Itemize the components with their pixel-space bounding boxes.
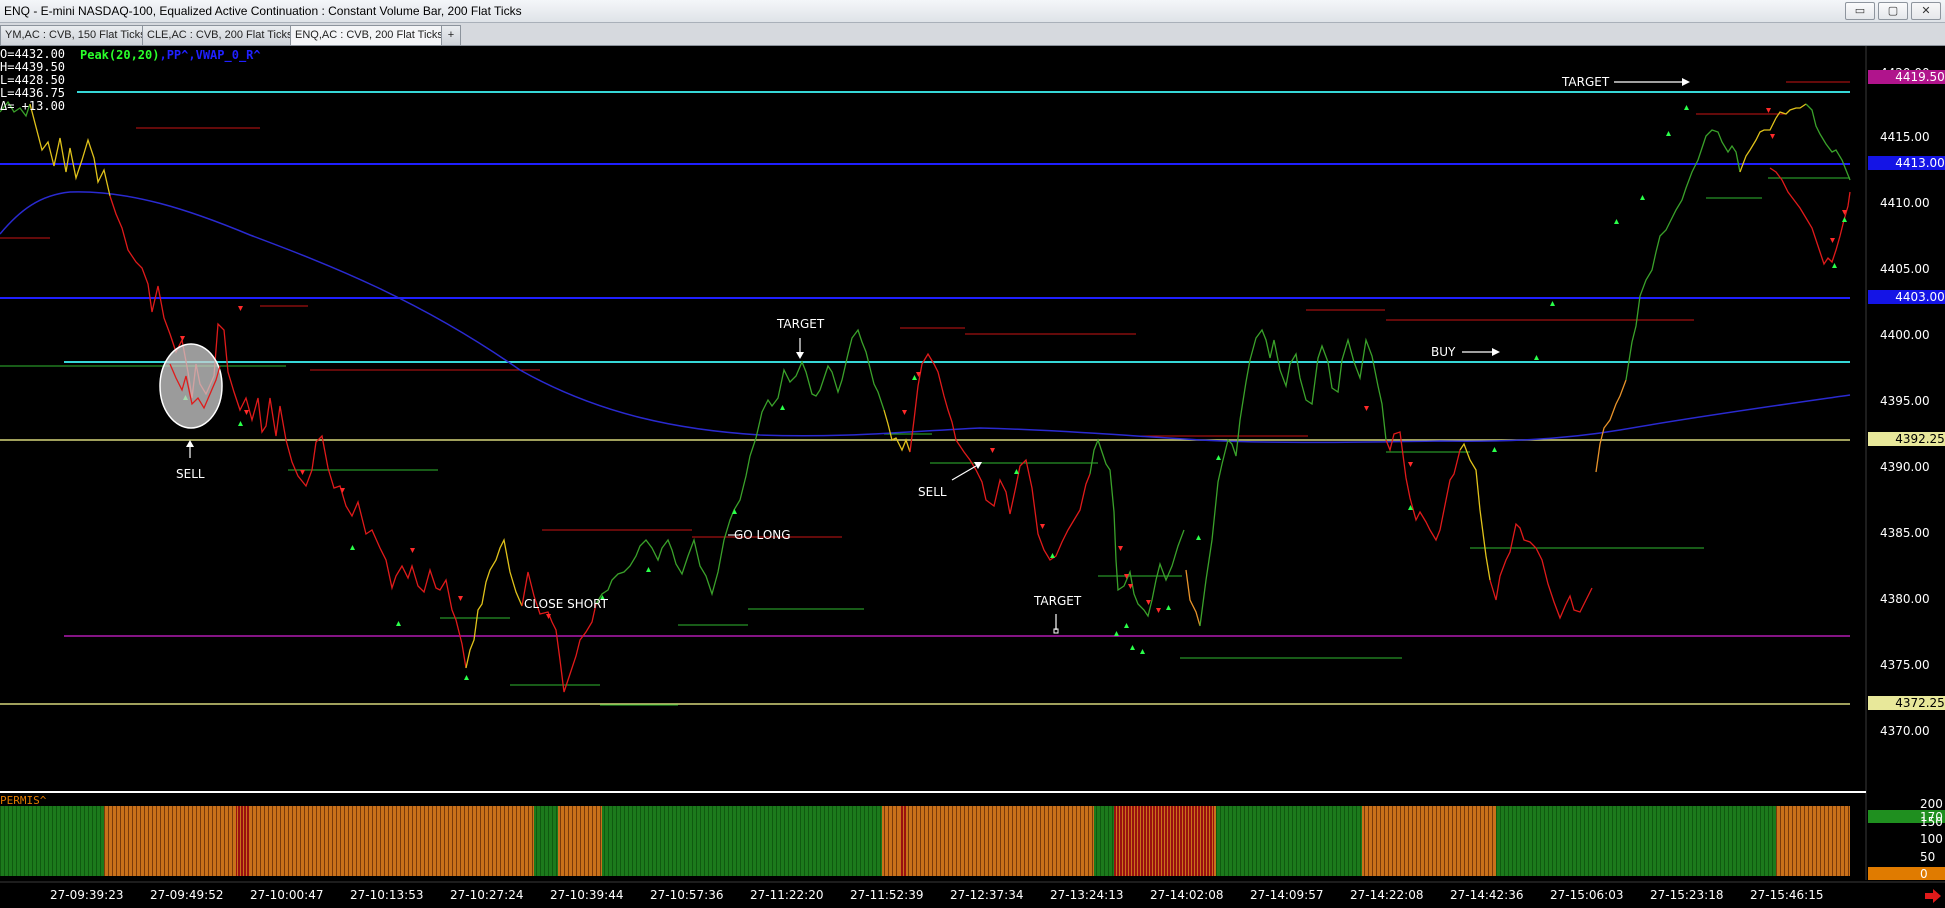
indicator-peak: Peak(20,20) bbox=[80, 48, 159, 62]
close-short-label: CLOSE SHORT bbox=[524, 597, 609, 611]
svg-text:4370.00: 4370.00 bbox=[1880, 724, 1930, 738]
svg-text:27-14:09:57: 27-14:09:57 bbox=[1250, 888, 1324, 902]
sell-signal-highlight bbox=[159, 343, 223, 429]
svg-text:200: 200 bbox=[1920, 797, 1943, 811]
svg-text:27-11:22:20: 27-11:22:20 bbox=[750, 888, 824, 902]
svg-text:27-15:06:03: 27-15:06:03 bbox=[1550, 888, 1624, 902]
svg-text:4372.25: 4372.25 bbox=[1895, 696, 1945, 710]
svg-text:4385.00: 4385.00 bbox=[1880, 526, 1930, 540]
svg-text:4419.50: 4419.50 bbox=[1895, 70, 1945, 84]
svg-text:100: 100 bbox=[1920, 832, 1943, 846]
svg-text:27-10:13:53: 27-10:13:53 bbox=[350, 888, 424, 902]
red-right-arrow-icon[interactable] bbox=[1922, 888, 1942, 904]
svg-text:27-09:49:52: 27-09:49:52 bbox=[150, 888, 224, 902]
indicator-legend: Peak(20,20),PP^,VWAP_0_R^ bbox=[80, 48, 261, 63]
tab-enq[interactable]: ENQ,AC : CVB, 200 Flat Ticks bbox=[290, 25, 445, 45]
svg-text:4400.00: 4400.00 bbox=[1880, 328, 1930, 342]
svg-text:4415.00: 4415.00 bbox=[1880, 130, 1930, 144]
indicator-rest: ,PP^,VWAP_0_R^ bbox=[159, 48, 260, 63]
close-button[interactable]: ✕ bbox=[1911, 2, 1941, 20]
svg-text:27-12:37:34: 27-12:37:34 bbox=[950, 888, 1024, 902]
go-long-label: GO LONG bbox=[734, 528, 791, 542]
svg-text:150: 150 bbox=[1920, 815, 1943, 829]
svg-text:27-10:00:47: 27-10:00:47 bbox=[250, 888, 324, 902]
ohlc-high: H=4439.50 bbox=[0, 60, 65, 74]
ohlc-last: L=4436.75 bbox=[0, 86, 65, 100]
svg-text:4375.00: 4375.00 bbox=[1880, 658, 1930, 672]
svg-text:27-11:52:39: 27-11:52:39 bbox=[850, 888, 924, 902]
window-controls: ▭ ▢ ✕ bbox=[1845, 2, 1941, 20]
svg-text:27-14:22:08: 27-14:22:08 bbox=[1350, 888, 1424, 902]
target-label-2: TARGET bbox=[1033, 594, 1082, 608]
svg-text:4395.00: 4395.00 bbox=[1880, 394, 1930, 408]
svg-text:4392.25: 4392.25 bbox=[1895, 432, 1945, 446]
window-title: ENQ - E-mini NASDAQ-100, Equalized Activ… bbox=[4, 4, 522, 18]
sell-label-2: SELL bbox=[918, 485, 947, 499]
ohlc-low: L=4428.50 bbox=[0, 73, 65, 87]
permission-marker-0 bbox=[1868, 867, 1945, 880]
svg-text:4413.00: 4413.00 bbox=[1895, 156, 1945, 170]
ohlc-readout: O=4432.00 H=4439.50 L=4428.50 L=4436.75 … bbox=[0, 47, 65, 113]
svg-text:50: 50 bbox=[1920, 850, 1935, 864]
chart-canvas[interactable]: SELL TARGET GO LONG CLOSE SHORT SELL TAR… bbox=[0, 46, 1945, 908]
tab-ym[interactable]: YM,AC : CVB, 150 Flat Ticks bbox=[0, 25, 148, 45]
svg-text:4403.00: 4403.00 bbox=[1895, 290, 1945, 304]
svg-text:27-14:42:36: 27-14:42:36 bbox=[1450, 888, 1524, 902]
window-title-bar: ENQ - E-mini NASDAQ-100, Equalized Activ… bbox=[0, 0, 1945, 23]
lower-panel-title: PERMIS^ bbox=[0, 794, 47, 807]
svg-text:4405.00: 4405.00 bbox=[1880, 262, 1930, 276]
svg-text:0: 0 bbox=[1920, 867, 1928, 881]
svg-text:27-10:57:36: 27-10:57:36 bbox=[650, 888, 724, 902]
svg-text:27-09:39:23: 27-09:39:23 bbox=[50, 888, 124, 902]
ohlc-open: O=4432.00 bbox=[0, 47, 65, 61]
svg-text:4410.00: 4410.00 bbox=[1880, 196, 1930, 210]
svg-text:27-13:24:13: 27-13:24:13 bbox=[1050, 888, 1124, 902]
chart-tab-bar: YM,AC : CVB, 150 Flat Ticks CLE,AC : CVB… bbox=[0, 23, 1945, 46]
target-label-3: TARGET bbox=[1561, 75, 1610, 89]
target-label-1: TARGET bbox=[776, 317, 825, 331]
minimize-button[interactable]: ▭ bbox=[1845, 2, 1875, 20]
svg-text:27-15:46:15: 27-15:46:15 bbox=[1750, 888, 1824, 902]
add-tab-button[interactable]: + bbox=[441, 25, 461, 45]
svg-text:27-10:27:24: 27-10:27:24 bbox=[450, 888, 524, 902]
restore-button[interactable]: ▢ bbox=[1878, 2, 1908, 20]
svg-text:4390.00: 4390.00 bbox=[1880, 460, 1930, 474]
svg-text:27-15:23:18: 27-15:23:18 bbox=[1650, 888, 1724, 902]
tab-cle[interactable]: CLE,AC : CVB, 200 Flat Ticks bbox=[142, 25, 296, 45]
svg-text:27-14:02:08: 27-14:02:08 bbox=[1150, 888, 1224, 902]
sell-label-1: SELL bbox=[176, 467, 205, 481]
svg-text:27-10:39:44: 27-10:39:44 bbox=[550, 888, 624, 902]
ohlc-delta: Δ= +13.00 bbox=[0, 99, 65, 113]
chart-background bbox=[0, 46, 1945, 908]
permission-histogram bbox=[0, 806, 1850, 876]
buy-label: BUY bbox=[1431, 345, 1456, 359]
svg-text:4380.00: 4380.00 bbox=[1880, 592, 1930, 606]
